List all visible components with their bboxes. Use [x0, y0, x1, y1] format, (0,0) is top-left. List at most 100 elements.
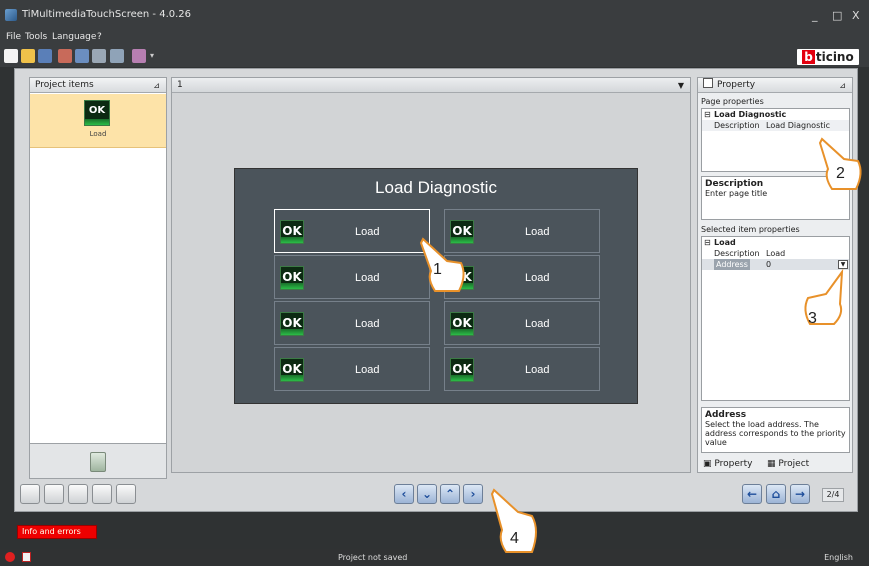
move-left-button[interactable]: ‹	[394, 484, 414, 504]
bottom-toolbar: ‹ ⌄ ⌃ › ← ⌂ → 2/4	[14, 478, 858, 512]
page-properties-label: Page properties	[701, 97, 764, 106]
tile-label: Load	[355, 318, 380, 330]
project-item-load[interactable]: OK Load	[30, 94, 166, 148]
property-icon	[703, 78, 713, 88]
page-counter: 2/4	[822, 488, 844, 502]
close-button[interactable]: X	[852, 9, 860, 22]
toolbar-dropdown-icon[interactable]: ▾	[150, 51, 154, 60]
download-icon[interactable]	[75, 49, 89, 63]
next-page-button[interactable]: →	[790, 484, 810, 504]
menu-file[interactable]: File	[6, 32, 21, 42]
ok-icon: OK	[280, 312, 304, 336]
copy-icon[interactable]	[20, 484, 40, 504]
menu-tools[interactable]: Tools	[25, 32, 47, 42]
status-text: Project not saved	[338, 553, 408, 562]
item-description-row[interactable]: Description Load	[702, 248, 849, 259]
cut-icon[interactable]	[44, 484, 64, 504]
collapse-icon[interactable]: ⊟	[704, 109, 711, 120]
app-window: TiMultimediaTouchScreen - 4.0.26 _ □ X F…	[0, 0, 869, 566]
tile-label: Load	[525, 318, 550, 330]
document-icon[interactable]	[22, 552, 31, 562]
menu-bar: File Tools Language ?	[0, 30, 869, 45]
pin-icon[interactable]: ⊿	[153, 78, 160, 93]
tile-label: Load	[355, 364, 380, 376]
title-bar: TiMultimediaTouchScreen - 4.0.26 _ □ X	[0, 0, 869, 30]
palette-icon[interactable]	[116, 484, 136, 504]
move-down-button[interactable]: ⌄	[417, 484, 437, 504]
pin-icon[interactable]: ⊿	[839, 78, 846, 93]
selected-item-properties-label: Selected item properties	[701, 225, 800, 234]
page-dropdown-icon[interactable]: ▼	[678, 78, 684, 93]
info-and-errors-button[interactable]: Info and errors	[17, 525, 97, 539]
bticino-logo: b ticino	[797, 49, 859, 65]
toolbar: ▾ b ticino	[0, 45, 869, 67]
page-group-row: ⊟ Load Diagnostic	[704, 109, 787, 120]
home-button[interactable]: ⌂	[766, 484, 786, 504]
status-bar: Project not saved English	[0, 549, 869, 566]
upload-icon[interactable]	[58, 49, 72, 63]
address-help-box: Address Select the load address. The add…	[701, 407, 850, 453]
item-group-row: ⊟ Load	[704, 237, 736, 248]
ok-icon: OK	[280, 358, 304, 382]
property-key: Address	[714, 259, 750, 270]
previous-page-button[interactable]: ←	[742, 484, 762, 504]
ok-icon: OK	[450, 358, 474, 382]
callout-hand-1: 1	[417, 235, 469, 295]
help-text: Select the load address. The address cor…	[705, 420, 846, 447]
panel-tabs: ▣ Property ▦ Project	[701, 458, 850, 472]
maximize-button[interactable]: □	[832, 9, 842, 22]
trash-icon	[90, 452, 106, 472]
settings-tool-icon[interactable]	[92, 49, 106, 63]
load-tile[interactable]: OK Load	[274, 209, 430, 253]
tab-project[interactable]: ▦ Project	[767, 459, 809, 469]
tile-label: Load	[355, 226, 380, 238]
page-tab[interactable]: 1	[177, 80, 183, 90]
address-value[interactable]: 0	[766, 259, 771, 270]
recycle-bin[interactable]	[29, 443, 167, 479]
palette-icon[interactable]	[132, 49, 146, 63]
minimize-button[interactable]: _	[812, 9, 818, 22]
page-description-value[interactable]: Load Diagnostic	[766, 120, 830, 131]
grid-icon[interactable]	[92, 484, 112, 504]
app-icon	[5, 9, 17, 21]
language-indicator[interactable]: English	[824, 553, 853, 562]
project-items-header: Project items ⊿	[30, 78, 166, 93]
property-key: Description	[714, 121, 760, 130]
collapse-icon[interactable]: ⊟	[704, 237, 711, 248]
property-header: Property ⊿	[698, 78, 852, 93]
property-key: Description	[714, 249, 760, 258]
load-tile[interactable]: OK Load	[274, 301, 430, 345]
window-title: TiMultimediaTouchScreen - 4.0.26	[22, 9, 192, 20]
page-description-row[interactable]: Description Load Diagnostic	[702, 120, 849, 131]
tab-property[interactable]: ▣ Property	[703, 459, 752, 469]
paste-icon[interactable]	[68, 484, 88, 504]
tile-label: Load	[525, 272, 550, 284]
help-text: Enter page title	[705, 189, 768, 198]
load-tile[interactable]: OK Load	[274, 347, 430, 391]
new-file-icon[interactable]	[4, 49, 18, 63]
device-icon[interactable]	[110, 49, 124, 63]
project-items-panel: Project items ⊿ OK Load	[29, 77, 167, 473]
move-right-button[interactable]: ›	[463, 484, 483, 504]
tile-label: Load	[355, 272, 380, 284]
callout-hand-2: 2	[818, 135, 866, 193]
project-item-label: Load	[89, 130, 107, 138]
callout-hand-3: 3	[800, 268, 848, 328]
error-icon[interactable]	[5, 552, 15, 562]
load-tile[interactable]: OK Load	[444, 301, 600, 345]
item-description-value[interactable]: Load	[766, 248, 785, 259]
open-folder-icon[interactable]	[21, 49, 35, 63]
menu-help[interactable]: ?	[97, 32, 102, 42]
load-tile[interactable]: OK Load	[444, 347, 600, 391]
page-title: Load Diagnostic	[375, 178, 497, 197]
page-tab-bar: 1 ▼	[172, 78, 690, 93]
load-tile[interactable]: OK Load	[274, 255, 430, 299]
help-title: Address	[705, 410, 747, 420]
menu-language[interactable]: Language	[52, 32, 96, 42]
move-up-button[interactable]: ⌃	[440, 484, 460, 504]
callout-hand-4: 4	[490, 486, 542, 558]
tile-label: Load	[525, 226, 550, 238]
ok-icon: OK	[280, 220, 304, 244]
save-icon[interactable]	[38, 49, 52, 63]
ok-icon: OK	[84, 100, 110, 126]
